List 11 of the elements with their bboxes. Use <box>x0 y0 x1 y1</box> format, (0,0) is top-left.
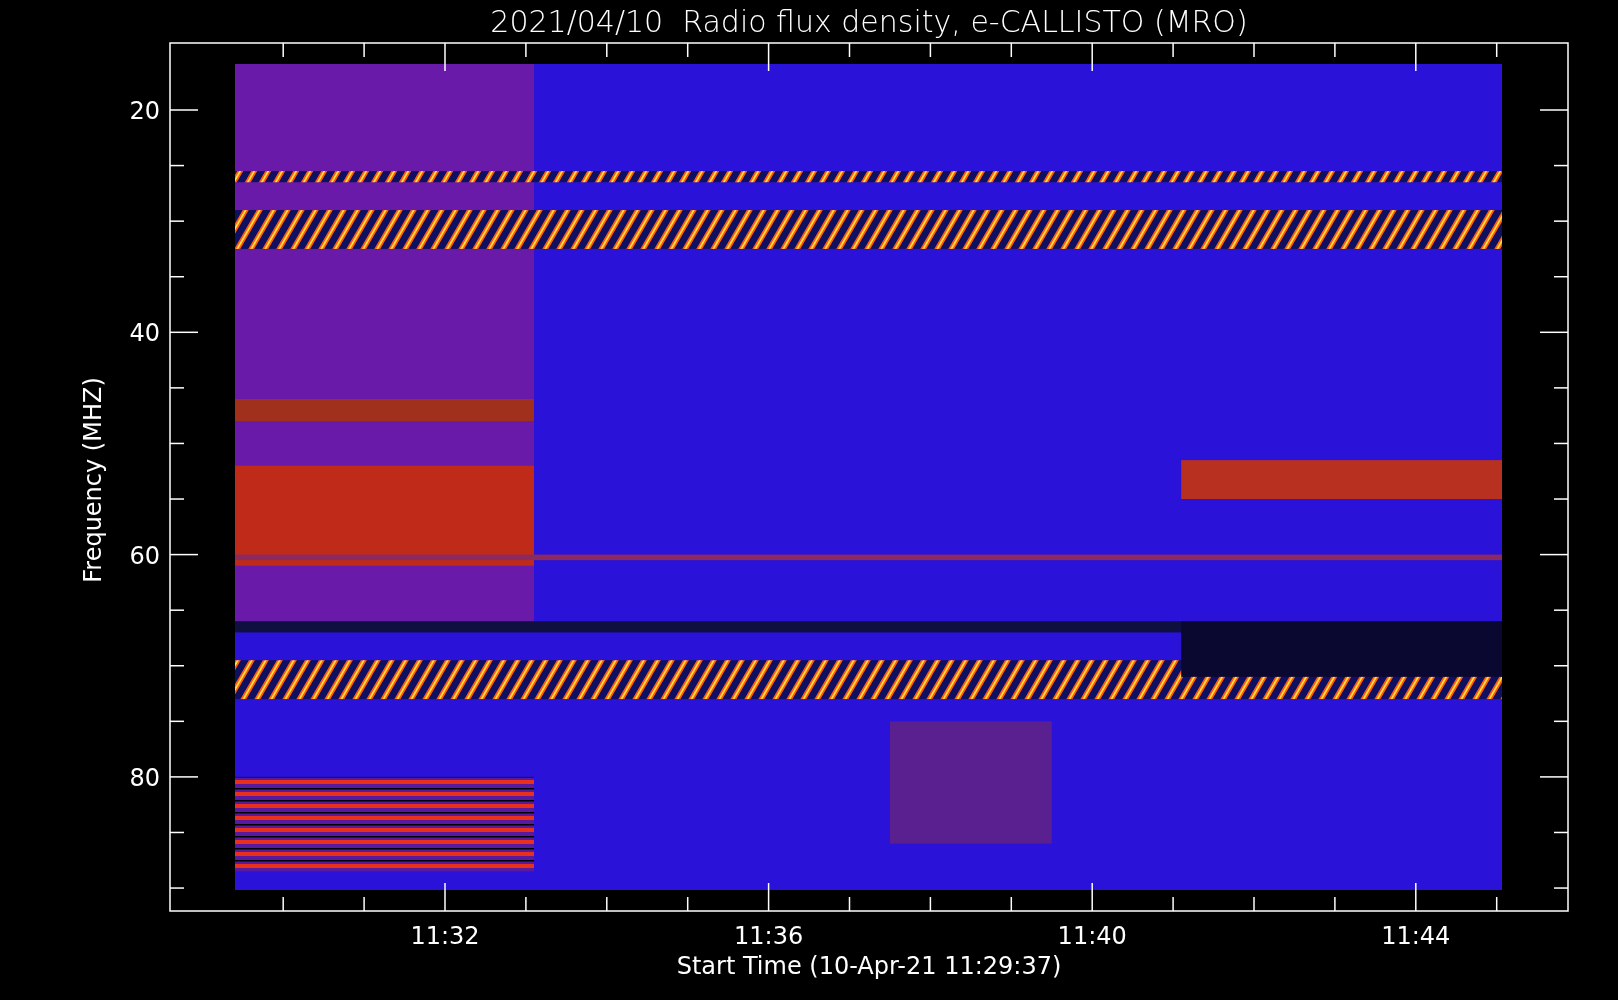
x-axis-label: Start Time (10-Apr-21 11:29:37) <box>676 952 1062 980</box>
y-tick-label: 40 <box>129 319 160 348</box>
x-tick-label: 11:32 <box>410 922 480 950</box>
x-tick-label: 11:44 <box>1381 922 1451 950</box>
y-axis-label: Frequency (MHZ) <box>79 377 107 583</box>
chart-title: 2021/04/10 Radio flux density, e-CALLISTO (MRO) <box>490 4 1248 39</box>
y-tick-label: 80 <box>129 763 160 792</box>
x-tick-label: 11:40 <box>1057 922 1127 950</box>
y-tick-label: 60 <box>129 541 160 570</box>
x-tick-label: 11:36 <box>734 922 804 950</box>
y-tick-label: 20 <box>129 97 160 125</box>
